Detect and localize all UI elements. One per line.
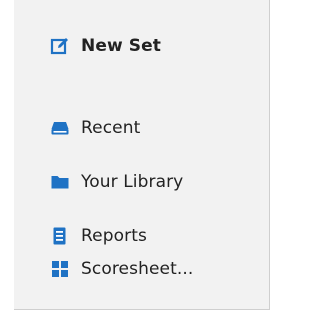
menu-item-label: Scoresheet... [81,259,194,279]
menu-item-label: New Set [81,36,161,56]
menu-item-label: Reports [81,226,147,246]
folder-icon [50,172,70,192]
document-list-icon [50,226,70,246]
menu-item-reports[interactable]: Reports [50,223,147,249]
menu-item-recent[interactable]: Recent [50,115,140,141]
menu-item-your-library[interactable]: Your Library [50,169,183,195]
hard-drive-icon [50,118,70,138]
menu-item-new-set[interactable]: New Set [50,33,161,59]
menu-item-label: Your Library [81,172,184,192]
grid-icon [50,259,70,279]
edit-square-icon [50,36,70,56]
menu-item-scoresheet[interactable]: Scoresheet... [50,256,193,282]
sidebar-menu-panel: New Set Recent Your Library Reports Scor… [14,0,270,310]
menu-item-label: Recent [81,118,141,138]
